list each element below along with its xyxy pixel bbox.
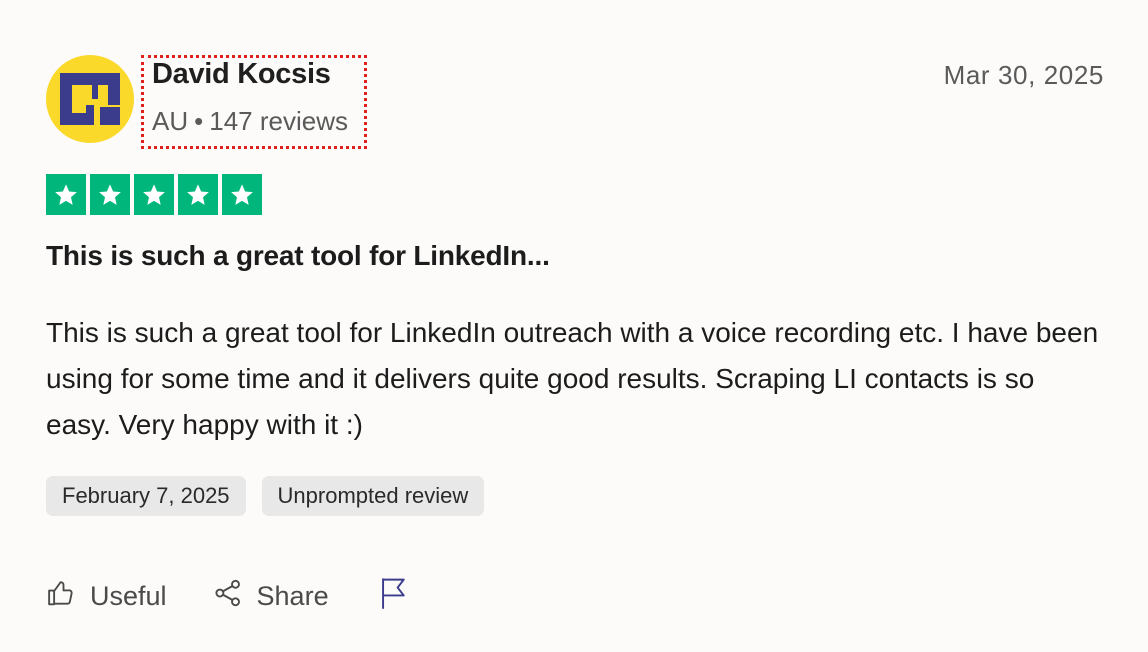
thumbs-up-icon (46, 578, 76, 615)
author-reviews-count[interactable]: 147 reviews (209, 106, 348, 136)
author-meta: AU • 147 reviews (152, 106, 348, 137)
unprompted-review-tag[interactable]: Unprompted review (261, 476, 485, 516)
star-icon (90, 174, 130, 215)
report-button[interactable] (379, 576, 409, 617)
star-icon (134, 174, 174, 215)
share-label: Share (256, 581, 329, 611)
avatar[interactable] (46, 55, 134, 143)
review-title[interactable]: This is such a great tool for LinkedIn..… (46, 240, 550, 272)
star-icon (46, 174, 86, 215)
meta-separator: • (194, 106, 204, 136)
useful-label: Useful (90, 581, 167, 611)
useful-button[interactable]: Useful (46, 578, 167, 615)
author-country: AU (152, 106, 189, 136)
review-actions: Useful Share (46, 576, 409, 617)
star-icon (222, 174, 262, 215)
flag-icon (379, 576, 409, 617)
review-card: David Kocsis AU • 147 reviews Mar 30, 2025… (0, 0, 1148, 652)
share-icon (213, 578, 243, 615)
review-tags: February 7, 2025 Unprompted review (46, 476, 485, 516)
gm-logo-icon (60, 73, 120, 125)
star-rating (46, 174, 262, 215)
review-date: Mar 30, 2025 (943, 60, 1104, 90)
experience-date-tag: February 7, 2025 (46, 476, 246, 516)
author-name[interactable]: David Kocsis (152, 58, 331, 91)
review-body: This is such a great tool for LinkedIn o… (46, 317, 1099, 440)
star-icon (178, 174, 218, 215)
share-button[interactable]: Share (213, 578, 329, 615)
